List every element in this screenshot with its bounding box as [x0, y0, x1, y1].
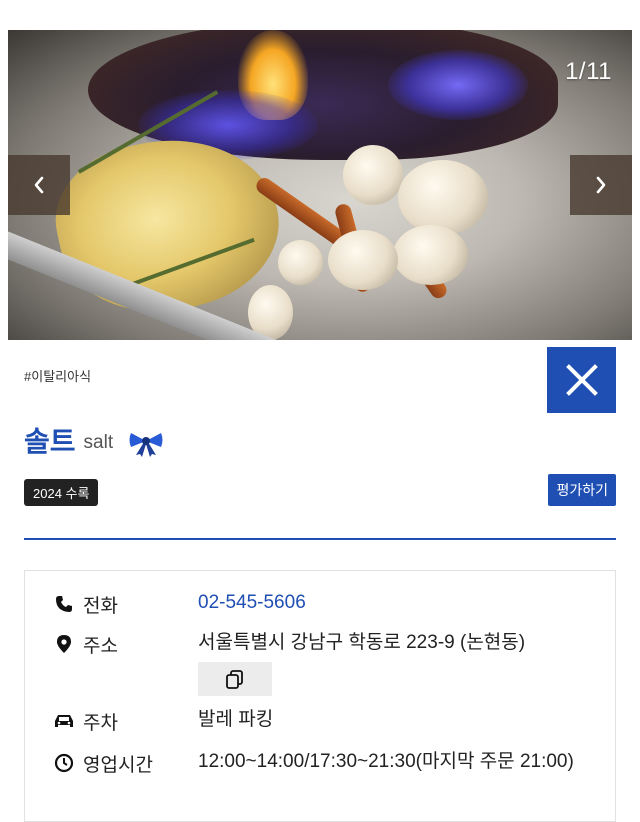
map-pin-icon: [53, 633, 75, 655]
info-row-address: 주소 서울특별시 강남구 학동로 223-9 (논현동): [53, 631, 598, 696]
photo-flame: [388, 50, 528, 120]
car-icon: [53, 710, 75, 732]
restaurant-name-ko: 솔트: [24, 426, 76, 457]
restaurant-title: 솔트 salt: [24, 420, 165, 460]
photo-garlic: [278, 240, 323, 285]
hours-label: 영업시간: [83, 755, 153, 776]
clock-icon: [53, 752, 75, 774]
parking-label: 주차: [83, 713, 118, 734]
address-value: 서울특별시 강남구 학동로 223-9 (논현동): [198, 632, 526, 653]
parking-value: 발레 파킹: [198, 709, 274, 730]
blue-ribbon-icon: [129, 433, 163, 457]
info-row-parking: 주차 발레 파킹: [53, 708, 598, 735]
phone-label: 전화: [83, 596, 118, 617]
gallery-prev-button[interactable]: [8, 155, 70, 215]
info-row-hours: 영업시간 12:00~14:00/17:30~21:30(마지막 주문 21:0…: [53, 750, 598, 777]
year-badge: 2024 수록: [24, 479, 99, 506]
phone-link[interactable]: 02-545-5606: [198, 588, 598, 618]
copy-address-button[interactable]: [198, 662, 272, 696]
rate-button[interactable]: 평가하기: [548, 474, 616, 506]
hours-value: 12:00~14:00/17:30~21:30(마지막 주문 21:00): [198, 751, 574, 772]
address-label: 주소: [83, 636, 118, 657]
photo-garlic: [343, 145, 403, 205]
address-block: 서울특별시 강남구 학동로 223-9 (논현동): [198, 631, 598, 696]
divider: [24, 538, 616, 540]
photo-garlic: [393, 225, 468, 285]
restaurant-name-en: salt: [83, 431, 114, 453]
category-tag: #이탈리아식: [24, 369, 92, 384]
gallery-counter: 1/11: [565, 58, 612, 85]
photo-garlic: [328, 230, 398, 290]
phone-icon: [53, 593, 75, 615]
chevron-left-icon: [34, 176, 44, 194]
info-row-phone: 전화 02-545-5606: [53, 591, 598, 618]
close-icon: [565, 364, 598, 396]
chevron-right-icon: [596, 176, 606, 194]
photo-garlic: [398, 160, 488, 235]
gallery-next-button[interactable]: [570, 155, 632, 215]
close-button[interactable]: [547, 347, 616, 413]
info-card: 전화 02-545-5606 주소 서울특별시 강남구 학동로 223-9 (논…: [24, 570, 616, 822]
restaurant-photo: [8, 30, 632, 340]
copy-icon: [226, 670, 243, 689]
